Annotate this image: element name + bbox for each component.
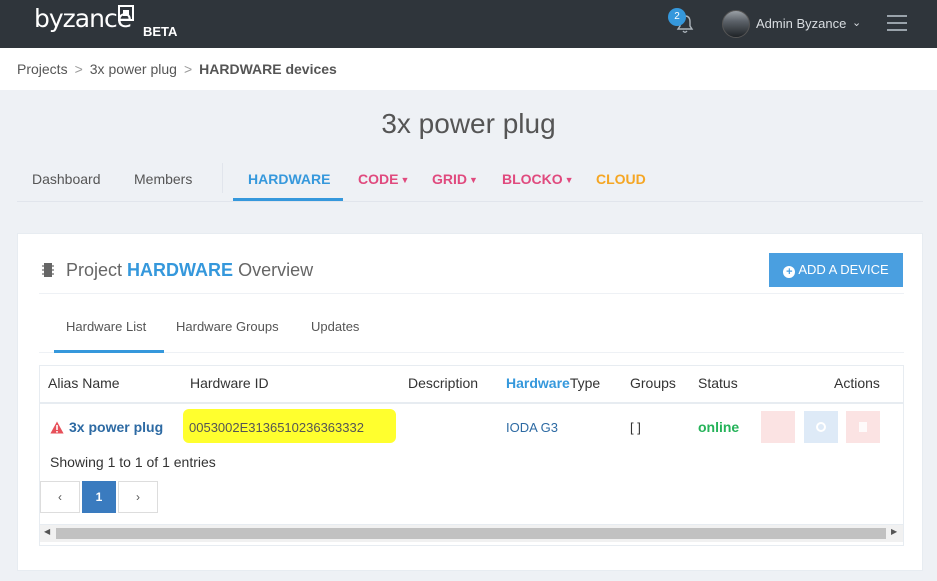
chevron-down-icon[interactable]: ⌄ [852,16,861,29]
sub-tabs: Hardware List Hardware Groups Updates [39,304,904,353]
scroll-right-arrow-icon[interactable]: ▶ [891,527,897,536]
column-hardware-type[interactable]: HardwareType [506,375,600,391]
horizontal-scrollbar[interactable]: ◀ ▶ [40,524,903,542]
avatar[interactable] [722,10,750,38]
breadcrumb-project[interactable]: 3x power plug [90,61,177,77]
chevron-down-icon: ▼ [564,175,574,185]
column-groups[interactable]: Groups [630,375,676,391]
tab-divider [222,163,223,193]
row-status-online: online [698,419,740,435]
edit-action-button[interactable] [761,411,795,443]
tab-hardware-list[interactable]: Hardware List [66,319,146,334]
breadcrumb-separator: > [183,61,193,77]
settings-action-button[interactable] [804,411,838,443]
hardware-table: Alias Name Hardware ID Description Hardw… [39,365,904,546]
tab-grid[interactable]: GRID ▼ [432,171,478,187]
page-title: 3x power plug [381,108,556,139]
row-alias-link[interactable]: 3x power plug [69,419,163,435]
tab-hardware-groups[interactable]: Hardware Groups [176,319,279,334]
breadcrumb: Projects >3x power plug > HARDWARE devices [17,61,337,77]
beta-label: BETA [143,24,178,39]
column-actions: Actions [834,375,880,391]
scroll-left-arrow-icon[interactable]: ◀ [44,527,50,536]
hamburger-menu-icon[interactable] [887,15,907,31]
chevron-down-icon: ▼ [400,175,410,185]
user-menu-name[interactable]: Admin Byzance [756,16,846,31]
table-header-divider [40,402,903,404]
tab-blocko[interactable]: BLOCKO ▼ [502,171,574,187]
tab-code[interactable]: CODE ▼ [358,171,409,187]
logo[interactable]: byzance [34,4,132,33]
trash-icon [859,422,867,432]
active-tab-indicator [233,198,343,201]
add-device-button[interactable]: + ADD A DEVICE [769,253,903,287]
tab-members[interactable]: Members [134,171,192,187]
top-navbar: byzance BETA 2 Admin Byzance ⌄ [0,0,937,48]
column-description[interactable]: Description [408,375,478,391]
row-hardware-id: 0053002E3136510236363332 [189,420,364,435]
scrollbar-thumb[interactable] [56,528,886,539]
active-subtab-indicator [54,350,164,353]
notification-badge: 2 [668,8,686,26]
tab-hardware[interactable]: HARDWARE [248,171,330,187]
pagination-page-1[interactable]: 1 [82,481,116,513]
main-tabs: Dashboard Members HARDWARE CODE ▼ GRID ▼ B… [17,160,923,202]
column-hardware-id[interactable]: Hardware ID [190,375,269,391]
chevron-down-icon: ▼ [469,175,478,185]
gear-icon [816,422,826,432]
breadcrumb-bar: Projects >3x power plug > HARDWARE devices [0,48,937,90]
plus-circle-icon: + [783,266,796,278]
column-status[interactable]: Status [698,375,738,391]
logo-chip-icon [118,5,134,21]
tab-updates[interactable]: Updates [311,319,359,334]
hardware-portlet: Project HARDWARE Overview + ADD A DEVICE … [17,233,923,571]
tab-dashboard[interactable]: Dashboard [32,171,101,187]
pagination-prev-button[interactable]: ‹ [40,481,80,513]
pagination-next-button[interactable]: › [118,481,158,513]
table-info-text: Showing 1 to 1 of 1 entries [50,454,216,470]
row-groups: [ ] [630,420,641,435]
warning-icon [50,421,64,434]
breadcrumb-current: HARDWARE devices [199,61,337,77]
tab-cloud[interactable]: CLOUD [596,171,646,187]
breadcrumb-separator: > [74,61,83,77]
row-hardware-type[interactable]: IODA G3 [506,420,558,435]
portlet-title: Project HARDWARE Overview [66,260,314,280]
delete-action-button[interactable] [846,411,880,443]
breadcrumb-projects[interactable]: Projects [17,61,68,77]
chip-icon [42,263,54,277]
column-alias-name[interactable]: Alias Name [48,375,120,391]
